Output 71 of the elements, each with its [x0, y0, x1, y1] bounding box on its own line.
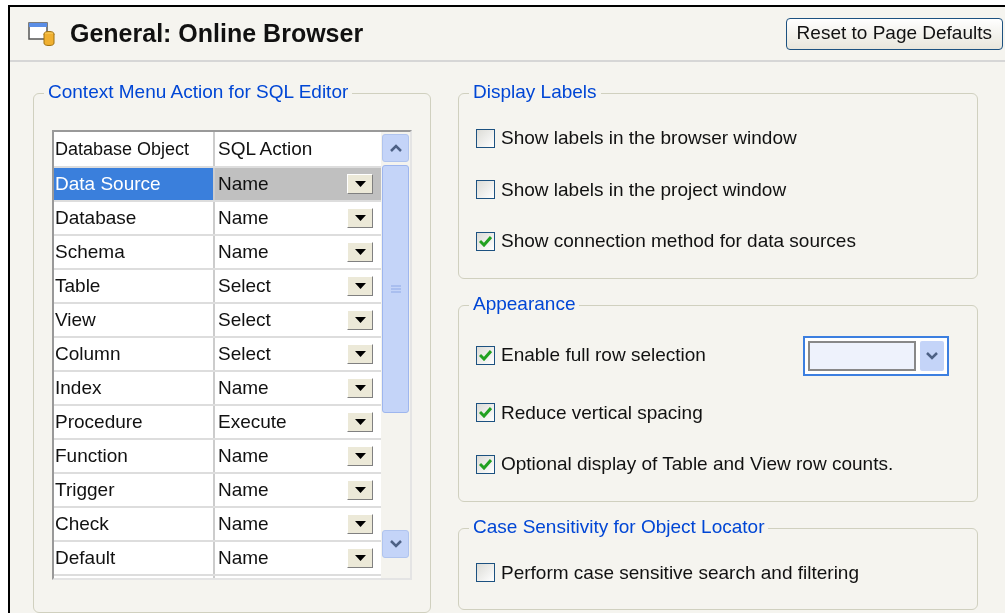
caret-icon [354, 521, 366, 527]
checkbox[interactable] [476, 563, 495, 583]
option-label: Show labels in the project window [501, 177, 787, 202]
dropdown-button[interactable] [347, 310, 373, 330]
caret-icon [354, 249, 366, 255]
scrollbar[interactable] [381, 132, 410, 578]
action-value: Execute [218, 409, 287, 434]
option-label: Perform case sensitive search and filtering [501, 560, 859, 585]
checkbox[interactable] [476, 403, 495, 423]
dropdown-button[interactable] [347, 276, 373, 296]
action-value: Select [218, 341, 271, 366]
checkbox[interactable] [476, 454, 495, 474]
action-value: Name [218, 545, 269, 570]
option-label: Show connection method for data sources [501, 229, 856, 253]
caret-icon [354, 419, 366, 425]
grip-icon [390, 285, 401, 293]
option-label: Show labels in the browser window [501, 126, 797, 150]
chevron-down-icon [926, 351, 938, 360]
checkmark-icon [479, 407, 492, 419]
dropdown-button[interactable] [347, 412, 373, 432]
checkbox[interactable] [476, 180, 495, 200]
caret-icon [354, 453, 366, 459]
chevron-down-icon [389, 540, 402, 548]
dropdown-button[interactable] [920, 340, 944, 371]
action-value: Name [218, 205, 269, 230]
action-value: Name [218, 477, 269, 502]
checkmark-icon [479, 235, 492, 247]
scroll-up-button[interactable] [382, 134, 409, 162]
checkmark-icon [479, 350, 492, 361]
caret-icon [354, 385, 366, 391]
dropdown-button[interactable] [347, 548, 373, 568]
action-value: Select [218, 307, 271, 332]
reset-button[interactable]: Reset to Page Defaults [785, 17, 1003, 50]
chevron-up-icon [389, 144, 402, 152]
dropdown-button[interactable] [347, 344, 373, 364]
option-label: Enable full row selection [501, 343, 706, 368]
page-title: General: Online Browser [70, 17, 364, 49]
action-value: Name [218, 239, 269, 264]
action-dropdown[interactable]: Name [215, 168, 381, 200]
caret-icon [354, 283, 366, 289]
checkbox[interactable] [476, 346, 495, 365]
dropdown-button[interactable] [347, 242, 373, 262]
checkmark-icon [479, 458, 492, 470]
option-label: Reduce vertical spacing [501, 400, 703, 425]
caret-icon [354, 351, 366, 357]
scroll-down-button[interactable] [382, 530, 409, 558]
column-header: SQL Action [217, 136, 314, 161]
checkbox[interactable] [476, 231, 495, 251]
scroll-thumb[interactable] [382, 165, 409, 413]
caret-icon [354, 215, 366, 221]
dropdown-button[interactable] [347, 378, 373, 398]
color-dropdown[interactable] [803, 335, 949, 376]
action-value: Name [218, 443, 269, 468]
action-value: Name [218, 171, 269, 196]
dropdown-button[interactable] [347, 446, 373, 466]
action-value: Name [218, 375, 269, 400]
column-header: Database Object [54, 132, 215, 166]
table-cell[interactable]: Data Source [54, 168, 215, 200]
dropdown-button[interactable] [347, 174, 373, 194]
window-database-icon [28, 20, 56, 47]
action-value: Select [218, 273, 271, 298]
dropdown-button[interactable] [347, 480, 373, 500]
caret-icon [354, 317, 366, 323]
caret-icon [354, 181, 366, 187]
checkbox[interactable] [476, 128, 495, 148]
dropdown-button[interactable] [347, 514, 373, 534]
option-label: Optional display of Table and View row counts. [501, 452, 894, 476]
action-value: Name [218, 511, 269, 536]
caret-icon [354, 487, 366, 493]
caret-icon [354, 555, 366, 561]
dropdown-button[interactable] [347, 208, 373, 228]
